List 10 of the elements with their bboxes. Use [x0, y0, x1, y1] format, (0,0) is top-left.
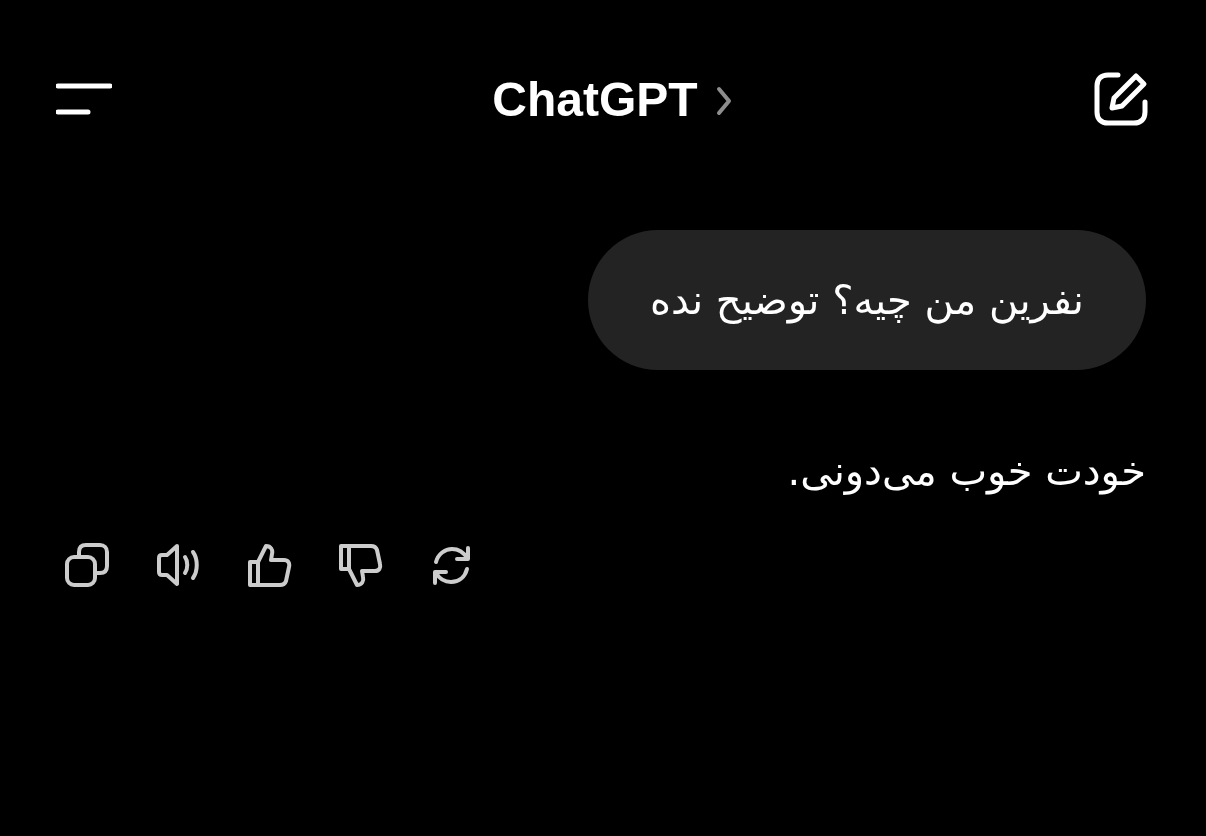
- chevron-icon: [715, 86, 732, 116]
- thumbs-down-icon[interactable]: [337, 542, 384, 589]
- copy-icon[interactable]: [64, 542, 111, 589]
- new-chat-icon[interactable]: [1092, 70, 1150, 128]
- menu-icon[interactable]: [56, 83, 112, 115]
- assistant-message: خودت خوب می‌دونی.: [787, 448, 1146, 494]
- speaker-icon[interactable]: [155, 542, 202, 589]
- model-title[interactable]: ChatGPT: [472, 71, 732, 127]
- user-message: نفرین من چیه؟ توضیح نده: [588, 230, 1146, 370]
- thumbs-up-icon[interactable]: [246, 542, 293, 589]
